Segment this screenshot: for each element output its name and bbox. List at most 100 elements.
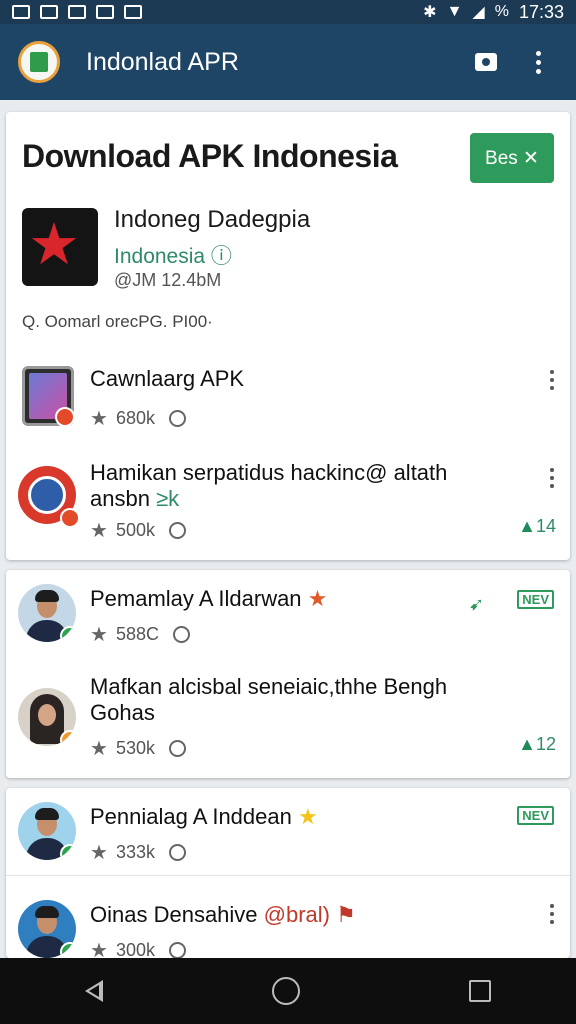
item-menu-button[interactable] — [550, 904, 554, 924]
signal-icon: ◢ — [472, 4, 485, 21]
featured-app-name[interactable]: Indoneg Dadegpia — [114, 206, 310, 234]
image-notification-icon — [40, 5, 58, 19]
notification-icons — [12, 5, 142, 19]
star-badge-icon: ★ — [307, 586, 328, 611]
featured-app-icon[interactable]: ★ — [22, 208, 98, 286]
camera-icon — [475, 53, 497, 71]
bluetooth-icon: ✱ — [423, 4, 437, 21]
item-rating: 333k — [115, 842, 155, 862]
avatar-woman-icon — [18, 688, 76, 746]
verified-badge-icon — [60, 942, 76, 958]
media-notification-icon — [124, 5, 142, 19]
avatar-man-icon — [18, 802, 76, 860]
message-notification-icon — [96, 5, 114, 19]
star-icon: ★ — [90, 842, 108, 864]
star-icon: ★ — [90, 408, 108, 430]
tablet-app-icon — [22, 366, 75, 427]
item-rating: 680k — [115, 408, 155, 428]
item-title: Mafkan alcisbal seneiaic,thhe Bengh Goha… — [90, 674, 447, 726]
item-meta: ★ 588C — [90, 622, 190, 647]
item-title-text: Pemamlay A Ildarwan — [90, 586, 302, 611]
item-rating: 588C — [115, 624, 159, 644]
vote-count: 12 — [535, 734, 556, 754]
app-logo-icon[interactable] — [18, 41, 60, 83]
featured-app-subtitle[interactable]: Indonesia ⓘ — [114, 240, 232, 270]
badge-icon — [60, 730, 76, 746]
badge-icon — [55, 407, 75, 427]
app-bar: Indonlad APR — [0, 24, 576, 100]
item-title-line2: ansbn — [90, 486, 150, 511]
item-meta: ★ 333k — [90, 840, 186, 865]
google-icon — [168, 410, 186, 427]
star-badge-icon: ★ — [297, 804, 318, 829]
new-tag: NEV — [517, 806, 554, 825]
flag-icon: ⚑ — [336, 902, 356, 927]
divider — [6, 875, 570, 876]
camera-button[interactable] — [466, 42, 506, 82]
home-icon[interactable] — [271, 977, 300, 1005]
item-title-line1: Mafkan alcisbal seneiaic,thhe Bengh — [90, 674, 448, 699]
item-meta: ★ 300k — [90, 938, 186, 958]
google-icon — [172, 626, 190, 643]
google-icon — [168, 942, 186, 958]
google-icon — [168, 522, 186, 539]
main-card: Download APK Indonesia Bes ✕ ★ Indoneg D… — [6, 112, 570, 560]
item-title-text: Oinas Densahive — [90, 902, 264, 927]
wifi-icon: ▼ — [446, 3, 463, 20]
item-title: Hamikan serpatidus hackinc@ altath ansbn… — [90, 460, 447, 512]
item-menu-button[interactable] — [550, 370, 554, 390]
upvote-icon: ▲ — [518, 734, 536, 754]
circle-app-icon — [18, 466, 80, 528]
overflow-menu-button[interactable] — [518, 42, 558, 82]
verified-badge-icon — [60, 844, 76, 860]
status-bar: ✱ ▼ ◢ % 17:33 — [0, 0, 576, 24]
avatar-man-icon — [18, 584, 76, 642]
arrow-icon: ➹ — [468, 594, 484, 614]
item-title-highlight: @bral) — [263, 902, 330, 927]
app-title: Indonlad APR — [86, 47, 239, 76]
item-title-line1: Hamikan serpatidus hackinc@ altath — [90, 460, 448, 485]
google-icon — [168, 740, 186, 757]
upvote-count[interactable]: ▲14 — [518, 516, 556, 537]
recents-icon[interactable] — [469, 980, 492, 1002]
item-meta: ★ 500k — [90, 518, 186, 543]
app-notification-icon — [68, 5, 86, 19]
avatar-man-icon — [18, 900, 76, 958]
upvote-icon: ▲ — [518, 516, 536, 536]
overflow-menu-icon — [550, 370, 554, 390]
item-title: Oinas Densahive @bral) ⚑ — [90, 902, 356, 928]
overflow-menu-icon — [550, 904, 554, 924]
back-icon[interactable] — [84, 980, 103, 1002]
people-card: Pennialag A Inddean ★ ★ 333k NEV Oinas D… — [6, 788, 570, 958]
item-rating: 300k — [115, 940, 155, 958]
status-time: 17:33 — [518, 1, 564, 22]
upvote-count[interactable]: ▲12 — [518, 734, 556, 755]
overflow-menu-icon — [535, 50, 541, 74]
item-title-line2: Gohas — [90, 700, 155, 725]
star-icon: ★ — [90, 738, 108, 760]
item-title: Cawnlaarg APK — [90, 366, 245, 391]
page-title: Download APK Indonesia — [22, 138, 398, 174]
people-card: Pemamlay A Ildarwan ★ ★ 588C ➹ NEV Mafka… — [6, 570, 570, 778]
item-rating: 530k — [115, 738, 155, 758]
new-tag: NEV — [517, 590, 554, 609]
featured-app-meta: @JM 12.4bM — [114, 270, 222, 290]
item-menu-button[interactable] — [550, 468, 554, 488]
item-title-text: Pennialag A Inddean — [90, 804, 292, 829]
battery-label: % — [494, 3, 509, 20]
notification-icon — [12, 5, 30, 19]
star-icon: ★ — [90, 520, 108, 542]
badge-icon — [60, 508, 80, 528]
vote-count: 14 — [535, 516, 556, 536]
item-meta: ★ 680k — [90, 406, 186, 431]
item-title: Pemamlay A Ildarwan ★ — [90, 586, 327, 612]
item-title: Pennialag A Inddean ★ — [90, 804, 318, 830]
verified-badge-icon — [60, 626, 76, 642]
star-icon: ★ — [90, 624, 108, 646]
item-rating: 500k — [115, 520, 155, 540]
star-logo-icon: ★ — [28, 212, 80, 277]
star-icon: ★ — [90, 940, 108, 958]
search-text[interactable]: Q. Oomarl orecPG. PI00· — [22, 312, 213, 332]
overflow-menu-icon — [550, 468, 554, 488]
beta-button[interactable]: Bes ✕ — [470, 133, 554, 183]
